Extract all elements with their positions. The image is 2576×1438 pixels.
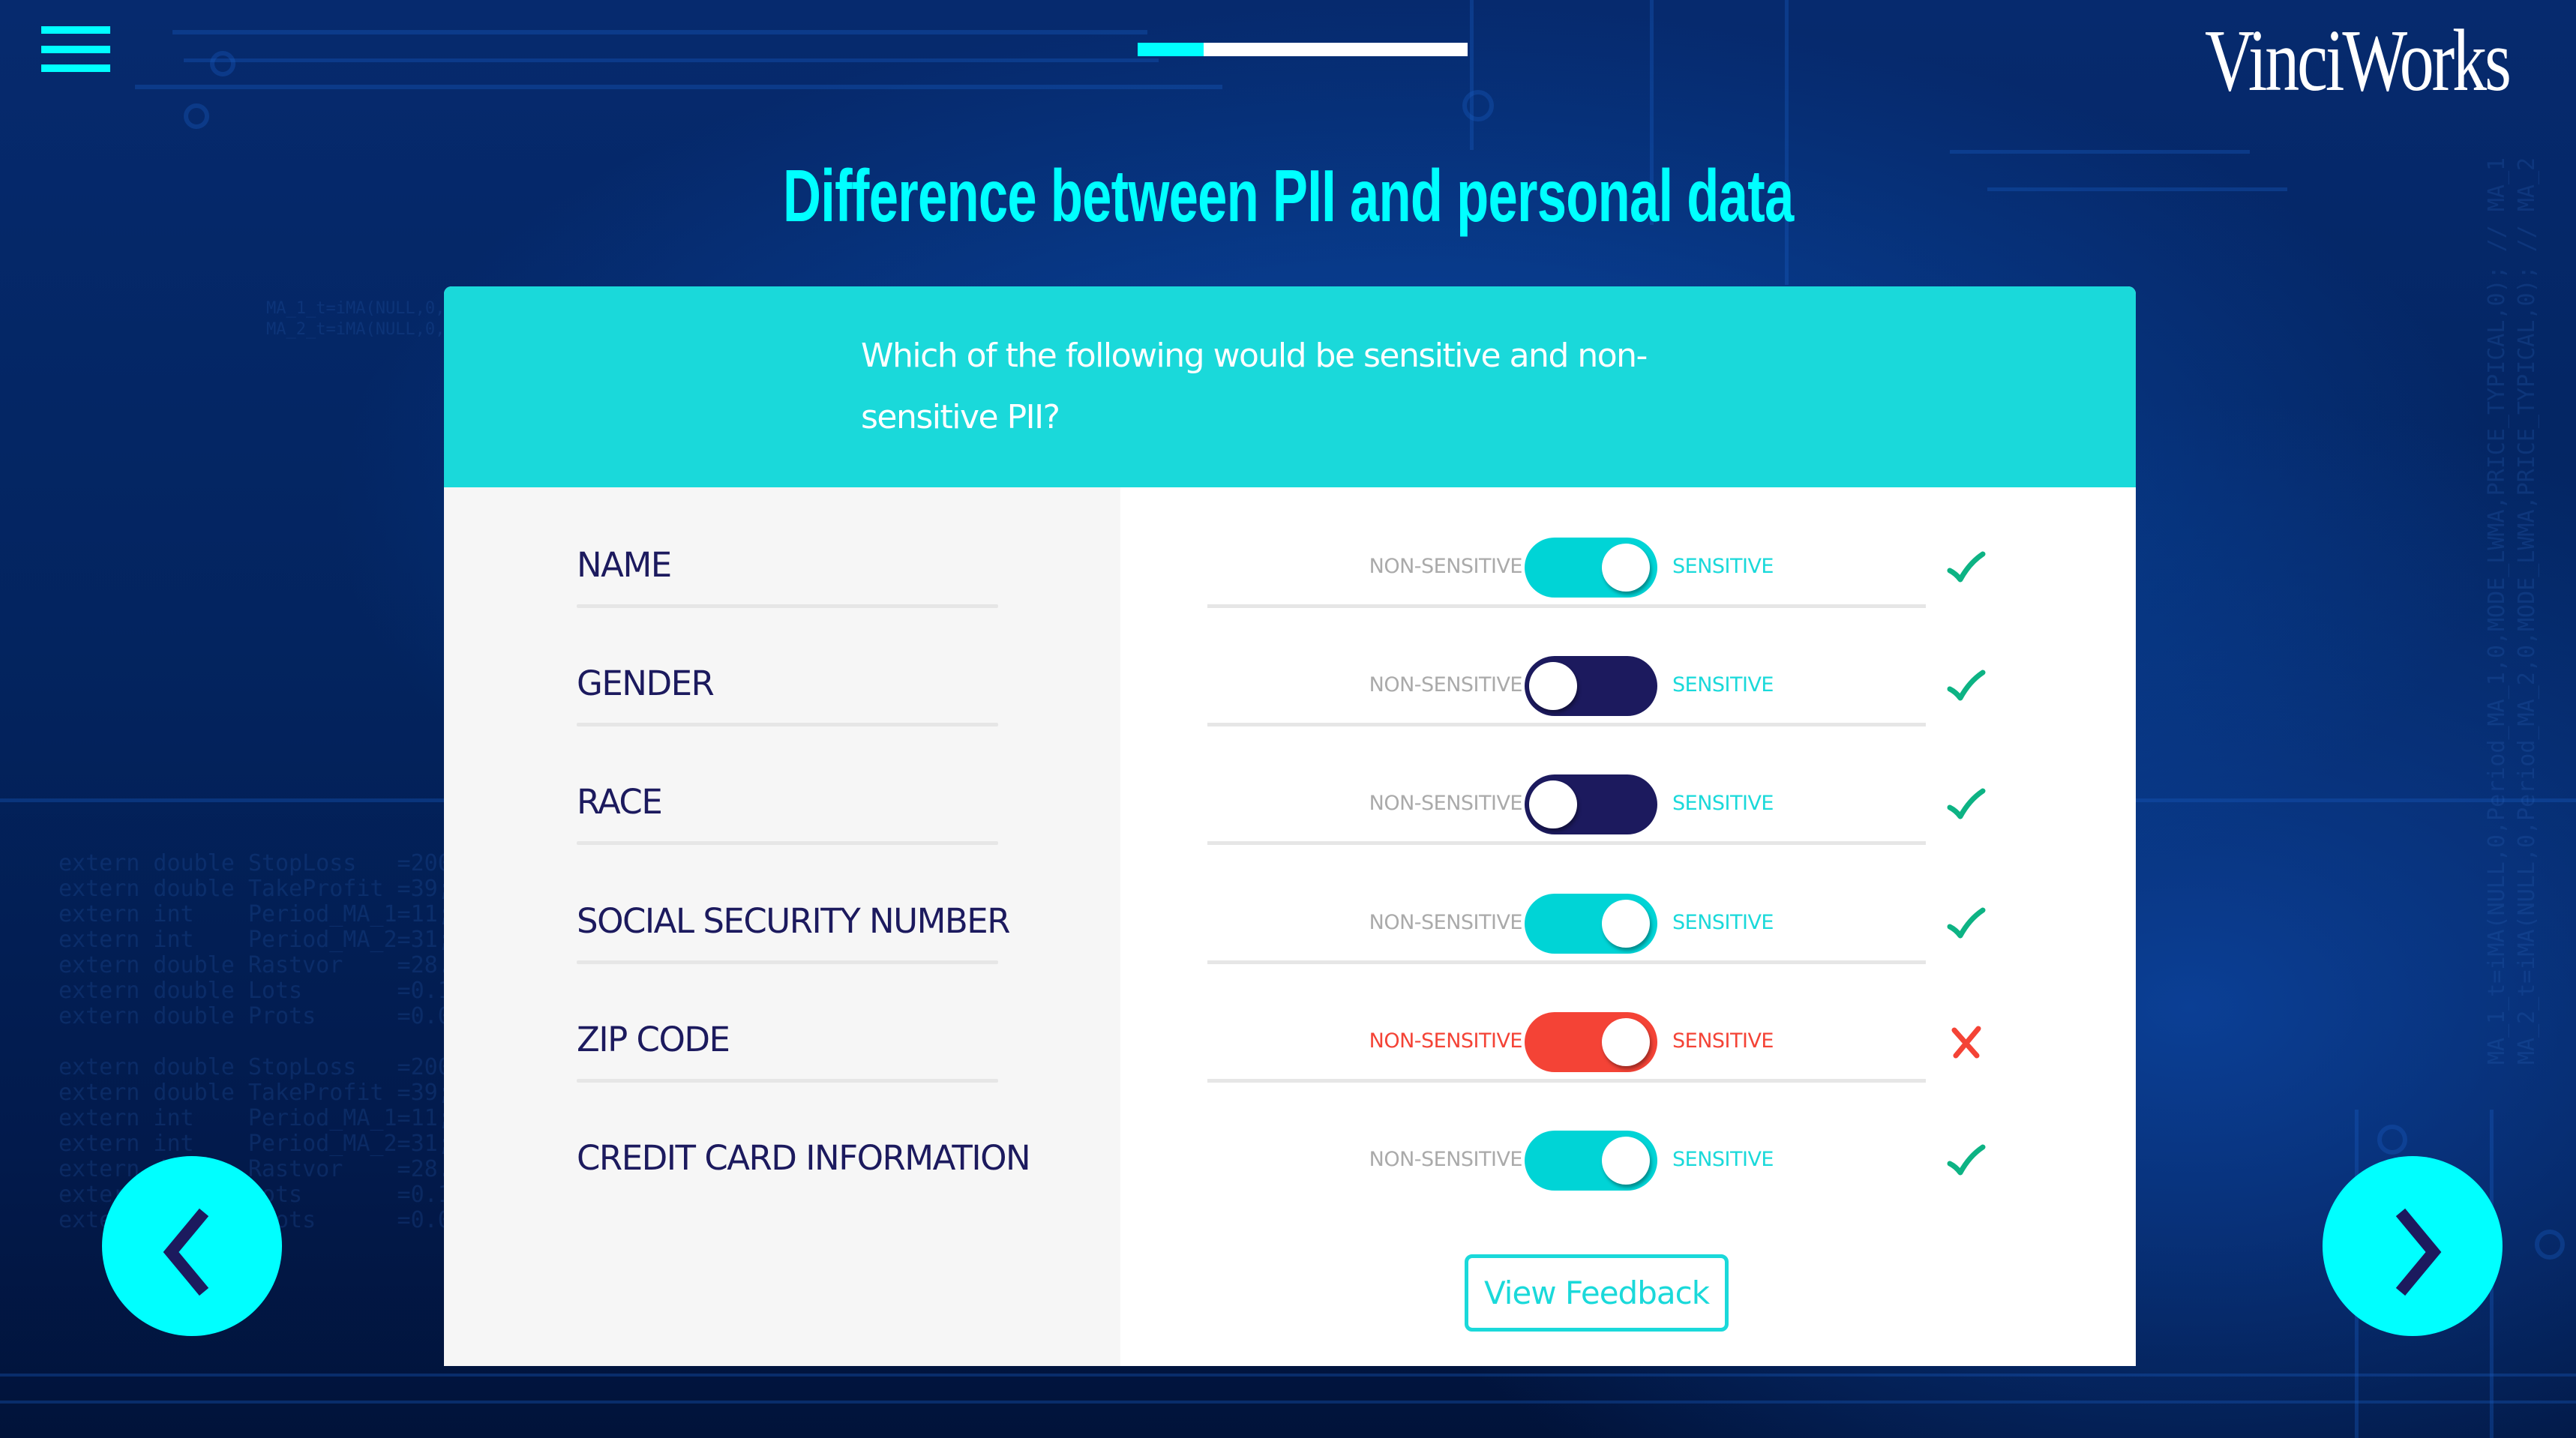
vinciworks-logo: VinciWorks <box>2205 11 2512 109</box>
sensitivity-toggle[interactable] <box>1525 1131 1657 1191</box>
menu-bar <box>41 46 110 53</box>
check-icon <box>1944 664 1989 709</box>
item-label: SOCIAL SECURITY NUMBER <box>577 901 1011 941</box>
item-label: NAME <box>577 545 672 585</box>
next-button[interactable] <box>2323 1156 2503 1336</box>
toggle-knob[interactable] <box>1602 1018 1650 1066</box>
page-title: Difference between PII and personal data <box>0 154 2576 238</box>
hamburger-menu-icon[interactable] <box>41 26 110 73</box>
sensitivity-toggle[interactable] <box>1525 894 1657 954</box>
view-feedback-button[interactable]: View Feedback <box>1465 1254 1729 1332</box>
sensitive-label[interactable]: SENSITIVE <box>1672 555 1774 578</box>
non-sensitive-label[interactable]: NON-SENSITIVE <box>1246 792 1523 815</box>
item-label: CREDIT CARD INFORMATION <box>577 1138 1031 1178</box>
progress-bar-fill <box>1138 43 1204 56</box>
non-sensitive-label[interactable]: NON-SENSITIVE <box>1246 1148 1523 1171</box>
check-icon <box>1944 901 1989 946</box>
toggle-knob[interactable] <box>1602 544 1650 592</box>
item-divider <box>577 723 998 726</box>
sensitive-label[interactable]: SENSITIVE <box>1672 1148 1774 1171</box>
chevron-left-icon <box>163 1208 209 1296</box>
non-sensitive-label[interactable]: NON-SENSITIVE <box>1246 555 1523 578</box>
item-label: RACE <box>577 782 663 822</box>
toggle-knob[interactable] <box>1529 662 1577 710</box>
menu-bar <box>41 26 110 34</box>
menu-bar <box>41 64 110 72</box>
toggle-knob[interactable] <box>1529 780 1577 828</box>
toggle-divider <box>1207 604 1926 608</box>
item-divider <box>577 1079 998 1083</box>
toggle-divider <box>1207 723 1926 726</box>
toggle-divider <box>1207 960 1926 964</box>
progress-bar <box>1138 43 1468 56</box>
non-sensitive-label[interactable]: NON-SENSITIVE <box>1246 1029 1523 1053</box>
sensitive-label[interactable]: SENSITIVE <box>1672 1029 1774 1053</box>
non-sensitive-label[interactable]: NON-SENSITIVE <box>1246 673 1523 697</box>
check-icon <box>1944 1138 1989 1183</box>
toggle-divider <box>1207 841 1926 845</box>
cross-icon <box>1944 1020 1989 1065</box>
toggle-divider <box>1207 1079 1926 1083</box>
toggle-knob[interactable] <box>1602 900 1650 948</box>
item-divider <box>577 604 998 608</box>
item-divider <box>577 960 998 964</box>
toggle-knob[interactable] <box>1602 1137 1650 1185</box>
previous-button[interactable] <box>102 1156 282 1336</box>
sensitive-label[interactable]: SENSITIVE <box>1672 911 1774 934</box>
page-title-text: Difference between PII and personal data <box>782 154 1794 237</box>
question-text: Which of the following would be sensitiv… <box>861 337 1648 436</box>
sensitivity-toggle[interactable] <box>1525 774 1657 834</box>
chevron-right-icon <box>2395 1208 2442 1296</box>
question-card: Which of the following would be sensitiv… <box>444 286 2136 1366</box>
non-sensitive-label[interactable]: NON-SENSITIVE <box>1246 911 1523 934</box>
question-header: Which of the following would be sensitiv… <box>444 286 2136 487</box>
sensitive-label[interactable]: SENSITIVE <box>1672 673 1774 697</box>
sensitivity-toggle[interactable] <box>1525 538 1657 598</box>
sensitivity-toggle[interactable] <box>1525 656 1657 716</box>
sensitivity-toggle[interactable] <box>1525 1012 1657 1072</box>
item-label: ZIP CODE <box>577 1020 730 1059</box>
check-icon <box>1944 782 1989 827</box>
item-label: GENDER <box>577 664 715 703</box>
check-icon <box>1944 545 1989 590</box>
item-divider <box>577 841 998 845</box>
sensitive-label[interactable]: SENSITIVE <box>1672 792 1774 815</box>
